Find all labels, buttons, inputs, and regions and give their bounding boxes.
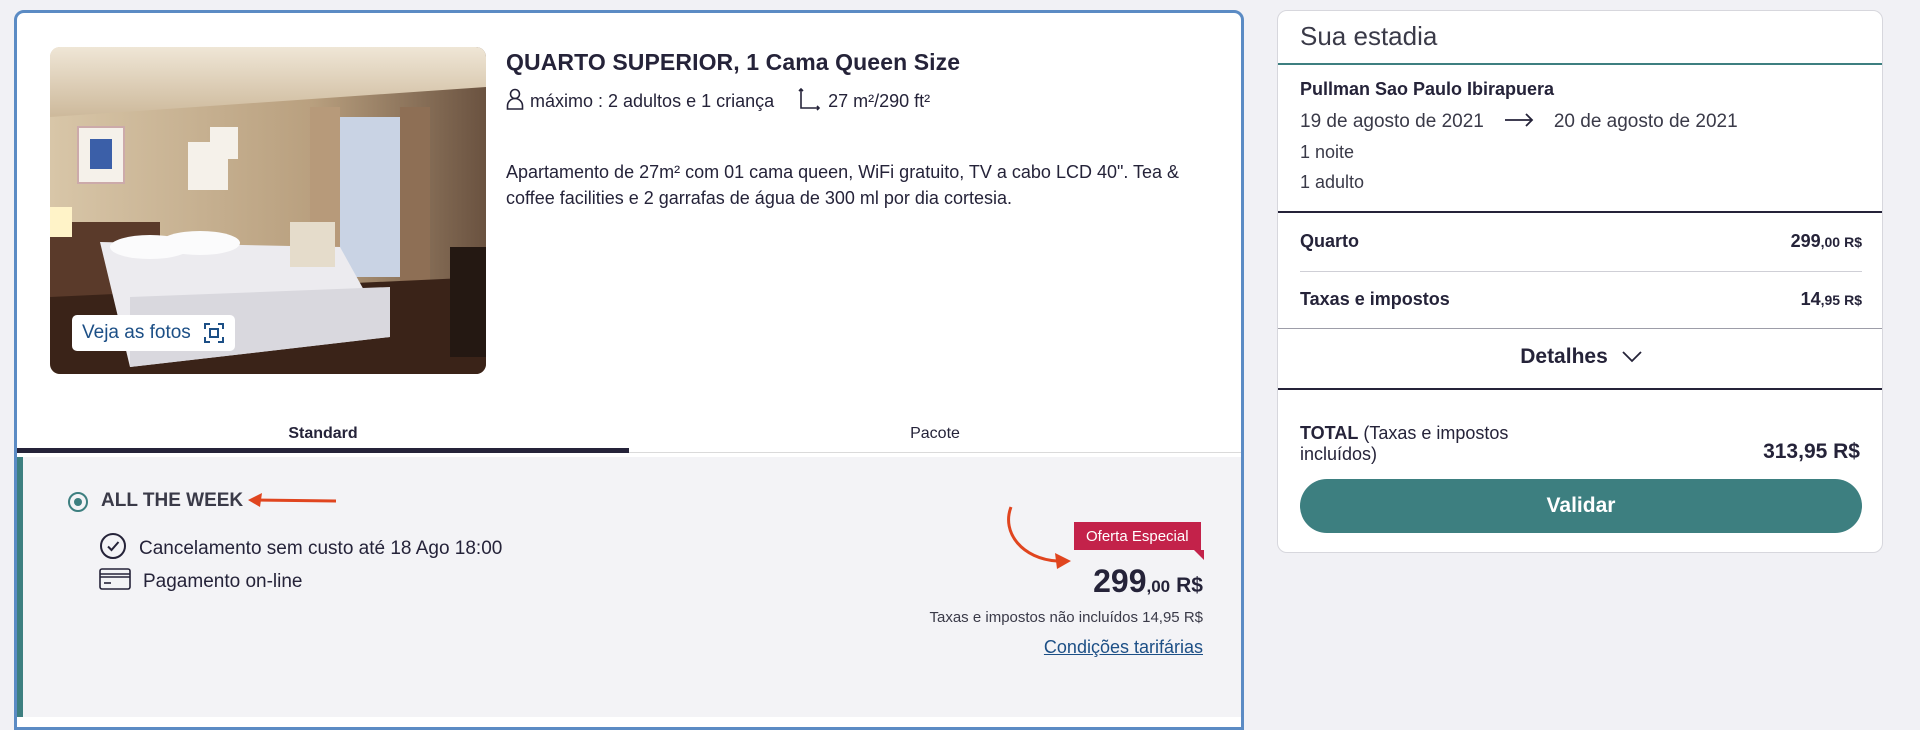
feature-cancellation: Cancelamento sem custo até 18 Ago 18:00 bbox=[99, 532, 502, 566]
check-out-date: 20 de agosto de 2021 bbox=[1553, 111, 1738, 132]
total-label: TOTAL (Taxas e impostos incluídos) bbox=[1300, 423, 1560, 465]
rate-conditions-link[interactable]: Condições tarifárias bbox=[1044, 637, 1203, 658]
hotel-name: Pullman Sao Paulo Ibirapuera bbox=[1300, 79, 1555, 99]
feature-payment: Pagamento on-line bbox=[99, 568, 303, 596]
summary-divider bbox=[1278, 211, 1882, 213]
price-integer: 299 bbox=[1093, 563, 1147, 599]
annotation-arrow-curved-icon bbox=[1007, 506, 1071, 569]
line-room-label: Quarto bbox=[1300, 231, 1360, 251]
line-room-cur: R$ bbox=[1844, 234, 1862, 250]
feature-payment-text: Pagamento on-line bbox=[143, 571, 303, 592]
line-taxes-label: Taxas e impostos bbox=[1300, 289, 1450, 309]
room-description: Apartamento de 27m² com 01 cama queen, W… bbox=[506, 162, 1180, 208]
room-meta: máximo : 2 adultos e 1 criança 27 m²/290… bbox=[506, 87, 930, 116]
offer-panel: ALL THE WEEK Cancelamento sem custo até … bbox=[17, 457, 1241, 717]
price-currency: R$ bbox=[1176, 574, 1203, 597]
line-taxes-cur: R$ bbox=[1844, 292, 1862, 308]
room-size: 27 m²/290 ft² bbox=[828, 91, 931, 111]
expand-photo-icon bbox=[203, 322, 225, 344]
chevron-down-icon bbox=[1622, 345, 1642, 369]
tab-pacote[interactable]: Pacote bbox=[629, 413, 1241, 453]
room-size-icon bbox=[798, 87, 822, 116]
clock-icon bbox=[99, 532, 127, 566]
person-icon bbox=[506, 88, 524, 115]
line-taxes-amount: 14,95 R$ bbox=[1801, 289, 1862, 310]
line-room-int: 299 bbox=[1790, 231, 1821, 251]
line-room-dec: ,00 bbox=[1820, 234, 1841, 250]
room-photo[interactable]: Veja as fotos bbox=[50, 47, 486, 374]
details-label: Detalhes bbox=[1520, 345, 1608, 368]
offer-name: ALL THE WEEK bbox=[101, 490, 244, 511]
details-toggle[interactable]: Detalhes bbox=[1278, 345, 1882, 369]
feature-cancellation-text: Cancelamento sem custo até 18 Ago 18:00 bbox=[139, 538, 503, 559]
view-photos-label: Veja as fotos bbox=[82, 322, 191, 343]
line-room-amount: 299,00 R$ bbox=[1791, 231, 1862, 252]
arrow-right-icon bbox=[1504, 111, 1534, 133]
view-photos-button[interactable]: Veja as fotos bbox=[72, 315, 235, 351]
total-divider bbox=[1278, 388, 1882, 390]
check-in-date: 19 de agosto de 2021 bbox=[1300, 111, 1484, 132]
line-room: Quarto 299,00 R$ bbox=[1300, 231, 1862, 252]
badge-tail bbox=[1194, 550, 1204, 560]
validate-button[interactable]: Validar bbox=[1300, 479, 1862, 533]
credit-card-icon bbox=[99, 568, 131, 596]
stay-dates: 19 de agosto de 2021 20 de agosto de 202… bbox=[1300, 111, 1738, 133]
details-top-divider bbox=[1278, 328, 1882, 329]
title-divider bbox=[1278, 63, 1882, 65]
tax-note: Taxas e impostos não incluídos 14,95 R$ bbox=[929, 609, 1204, 626]
total-label-bold: TOTAL bbox=[1300, 423, 1359, 443]
offer-radio[interactable] bbox=[68, 492, 88, 512]
rate-tabs: Standard Pacote bbox=[17, 413, 1241, 453]
special-offer-badge: Oferta Especial bbox=[1074, 522, 1201, 550]
summary-title: Sua estadia bbox=[1300, 21, 1438, 51]
annotation-arrow-left-icon bbox=[248, 493, 337, 507]
room-capacity: máximo : 2 adultos e 1 criança bbox=[530, 91, 775, 111]
line-taxes-dec: ,95 bbox=[1820, 292, 1841, 308]
stay-summary: Sua estadia Pullman Sao Paulo Ibirapuera… bbox=[1277, 10, 1883, 553]
line-taxes-int: 14 bbox=[1800, 289, 1821, 309]
guests-count: 1 adulto bbox=[1300, 172, 1365, 192]
offer-price: 299 ,00 R$ bbox=[1093, 563, 1203, 600]
room-card: Veja as fotos QUARTO SUPERIOR, 1 Cama Qu… bbox=[14, 10, 1244, 730]
line-taxes: Taxas e impostos 14,95 R$ bbox=[1300, 289, 1862, 310]
total-amount: 313,95 R$ bbox=[1763, 440, 1860, 463]
nights-count: 1 noite bbox=[1300, 142, 1355, 162]
line-divider bbox=[1300, 271, 1862, 272]
price-decimal: ,00 bbox=[1146, 577, 1171, 596]
room-title: QUARTO SUPERIOR, 1 Cama Queen Size bbox=[506, 49, 961, 75]
tab-standard[interactable]: Standard bbox=[17, 413, 629, 453]
